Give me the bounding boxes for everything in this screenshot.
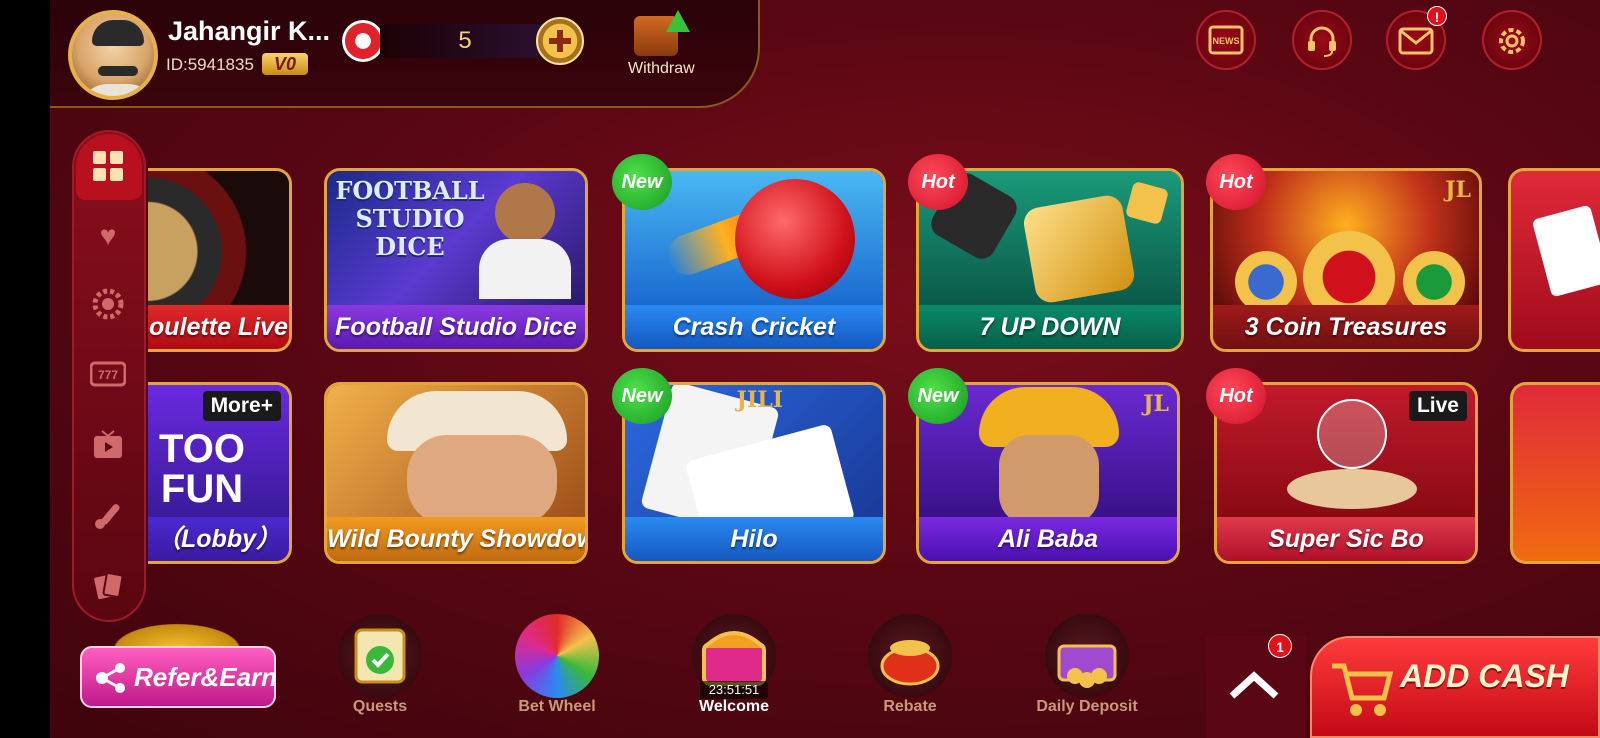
share-icon [94, 662, 128, 694]
nav-welcome[interactable]: Welcome [674, 606, 794, 738]
mail-notification-badge: ! [1427, 6, 1447, 26]
game-label: oulette Live [148, 305, 289, 349]
welcome-countdown-timer: 23:51:51 [700, 681, 768, 699]
up-arrow-icon [666, 10, 690, 32]
game-label: Super Sic Bo [1217, 517, 1475, 561]
user-name: Jahangir K... [168, 16, 331, 46]
game-tile-partial[interactable] [1510, 382, 1600, 564]
add-balance-button[interactable] [536, 17, 584, 65]
hot-tag: Hot [1206, 154, 1266, 210]
game-label: Crash Cricket [625, 305, 883, 349]
svg-text:NEWS: NEWS [1213, 36, 1240, 46]
daily-deposit-chest-icon [1045, 614, 1129, 698]
add-cash-label: ADD CASH [1400, 658, 1569, 694]
nav-quests[interactable]: Quests [320, 606, 440, 738]
game-lobby-screen: Jahangir K... ID:5941835 V0 5 Withdraw N… [0, 0, 1600, 738]
scroll-up-badge: 1 [1268, 634, 1292, 658]
nav-rebate[interactable]: Rebate [850, 606, 970, 738]
casino-chip-icon [342, 20, 384, 62]
game-label: Hilo [625, 517, 883, 561]
nav-bet-wheel[interactable]: Bet Wheel [497, 606, 617, 738]
provider-jl-badge: JL [1445, 177, 1471, 203]
user-avatar[interactable] [68, 10, 158, 100]
tv-icon[interactable] [90, 430, 126, 466]
nav-label: Quests [352, 698, 408, 715]
provider-jili-badge: JILI [736, 387, 783, 413]
wallet-balance: 5 [380, 24, 550, 58]
game-tile-football-studio-dice[interactable]: FOOTBALL STUDIO DICE Football Studio Dic… [324, 168, 588, 352]
news-icon[interactable]: NEWS [1196, 10, 1256, 70]
user-id: ID:5941835 [166, 55, 254, 74]
left-black-bar [0, 0, 50, 738]
nav-label: Bet Wheel [518, 698, 596, 715]
grid-icon[interactable] [90, 150, 126, 186]
nav-label: Rebate [883, 698, 937, 715]
bet-wheel-icon [515, 614, 599, 698]
heart-icon[interactable]: ♥ [90, 218, 126, 254]
more-badge: More+ [202, 391, 281, 421]
add-cash-button[interactable]: ADD CASH [1310, 636, 1600, 738]
refer-earn-label: Refer&Earn [134, 662, 278, 692]
cards-icon[interactable] [90, 570, 126, 606]
game-label: Football Studio Dice [327, 305, 585, 349]
shopping-cart-icon [1326, 652, 1396, 722]
nav-daily-deposit[interactable]: Daily Deposit [1027, 606, 1147, 738]
game-tile-roulette-live[interactable]: oulette Live [148, 168, 292, 352]
game-label: 7 UP DOWN [919, 305, 1181, 349]
game-label: Wild Bounty Showdown [327, 517, 585, 561]
new-tag: New [908, 368, 968, 424]
provider-jl-badge: JL [1143, 391, 1169, 417]
hot-tag: Hot [908, 154, 968, 210]
svg-text:777: 777 [98, 368, 118, 382]
game-label: 3 Coin Treasures [1213, 305, 1479, 349]
scroll-up-button[interactable] [1206, 636, 1306, 738]
settings-gear-icon[interactable] [1482, 10, 1542, 70]
hot-tag: Hot [1206, 368, 1266, 424]
nav-label: Daily Deposit [1036, 698, 1138, 715]
vip-level-badge: V0 [262, 53, 308, 75]
game-tile-wild-bounty-showdown[interactable]: Wild Bounty Showdown [324, 382, 588, 564]
nav-label: Welcome [699, 698, 769, 715]
game-label: Ali Baba [919, 517, 1177, 561]
live-badge: Live [1408, 391, 1467, 421]
new-tag: New [612, 154, 672, 210]
support-headset-icon[interactable] [1292, 10, 1352, 70]
gold-pot-icon [868, 614, 952, 698]
quests-calendar-icon [338, 614, 422, 698]
game-label: （Lobby） [148, 517, 289, 561]
casino-chip-icon[interactable] [90, 288, 126, 324]
cricket-icon[interactable] [90, 500, 126, 536]
game-tile-too-fun-lobby[interactable]: TOO FUN More+ （Lobby） [148, 382, 292, 564]
withdraw-label[interactable]: Withdraw [628, 60, 695, 78]
new-tag: New [612, 368, 672, 424]
game-tile-partial[interactable] [1508, 168, 1600, 352]
slot-777-icon[interactable]: 777 [89, 360, 127, 396]
